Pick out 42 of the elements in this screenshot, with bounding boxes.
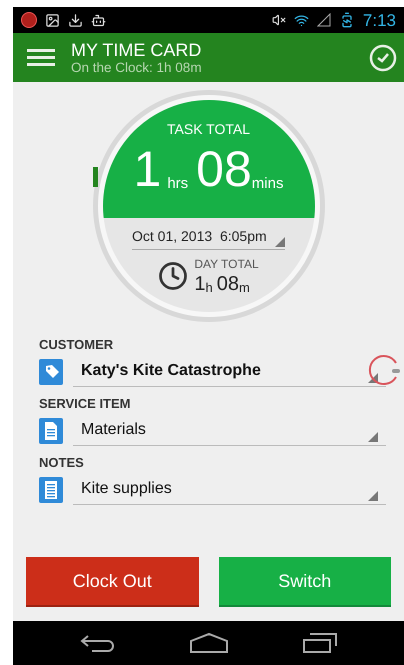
dropdown-caret-icon xyxy=(275,237,285,247)
notepad-icon xyxy=(39,477,65,503)
home-icon[interactable] xyxy=(188,632,228,654)
field-label: NOTES xyxy=(39,456,85,469)
hours-unit: hrs xyxy=(167,176,188,191)
app-title: MY TIME CARD xyxy=(71,40,202,60)
field-dropdown[interactable]: Katy's Kite Catastrophe xyxy=(73,357,386,387)
field-label: SERVICE ITEM xyxy=(39,397,132,410)
minutes-value: 08 xyxy=(196,144,252,194)
start-time-dropdown[interactable]: Oct 01, 2013 6:05pm xyxy=(132,226,285,250)
muted-icon xyxy=(272,13,286,27)
minutes-unit: mins xyxy=(252,176,284,191)
day-total-label: DAY TOTAL xyxy=(194,258,259,270)
field-dropdown[interactable]: Materials xyxy=(73,416,386,446)
task-total-label: TASK TOTAL xyxy=(167,122,250,136)
dropdown-caret-icon xyxy=(368,491,378,501)
clock-time: 7:13 xyxy=(362,12,396,28)
tag-icon xyxy=(39,359,65,385)
clock-out-button[interactable]: Clock Out xyxy=(26,557,198,607)
app-subtitle: On the Clock: 1h 08m xyxy=(71,60,203,76)
image-icon xyxy=(45,12,60,28)
clock-icon xyxy=(158,261,188,291)
recent-apps-icon[interactable] xyxy=(302,632,338,654)
menu-button[interactable] xyxy=(27,49,55,66)
day-hours-unit: h xyxy=(206,281,213,294)
document-icon xyxy=(39,418,65,444)
day-minutes-unit: m xyxy=(238,281,250,294)
download-icon xyxy=(68,12,83,28)
clock-button[interactable] xyxy=(368,42,398,72)
day-hours-value: 1 xyxy=(194,274,206,294)
day-minutes-value: 08 xyxy=(216,274,239,294)
clock-check-icon xyxy=(369,44,397,72)
dropdown-caret-icon xyxy=(368,432,378,442)
hours-value: 1 xyxy=(134,144,162,194)
robot-icon xyxy=(91,12,106,28)
notification-app-icon xyxy=(21,12,37,28)
field-label: CUSTOMER xyxy=(39,338,114,351)
wifi-icon xyxy=(294,12,309,28)
signal-icon xyxy=(316,13,331,27)
progress-arc-icon xyxy=(92,167,98,187)
field-dropdown[interactable]: Kite supplies xyxy=(73,475,386,505)
dropdown-caret-icon xyxy=(368,373,378,383)
